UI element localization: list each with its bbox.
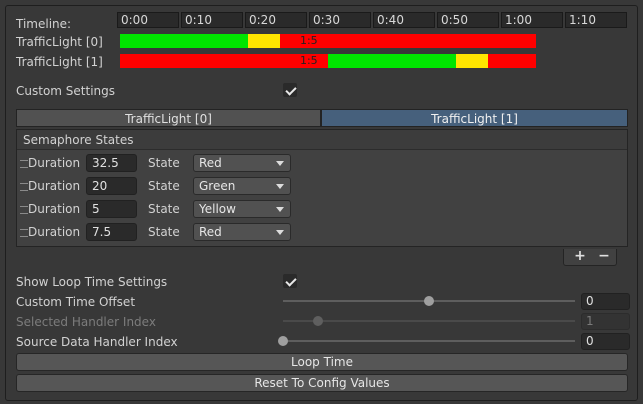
state-dropdown[interactable]: Red xyxy=(193,223,291,241)
tab-traffic-light-0[interactable]: TrafficLight [0] xyxy=(16,109,321,127)
timeline-tick: 1:00 xyxy=(501,12,563,28)
state-dropdown[interactable]: Yellow xyxy=(193,200,291,218)
selected-handler-index-field: 1 xyxy=(581,313,630,330)
track-label: TrafficLight [1] xyxy=(16,55,103,69)
timeline-tick: 0:30 xyxy=(309,12,371,28)
list-add-remove-group: + − xyxy=(563,249,617,266)
add-element-button[interactable]: + xyxy=(571,249,589,265)
timeline-tick: 1:10 xyxy=(565,12,627,28)
state-value: Red xyxy=(199,225,222,239)
custom-time-offset-field[interactable]: 0 xyxy=(581,293,630,310)
traffic-light-track-1: 1:5 xyxy=(120,54,536,68)
state-value: Yellow xyxy=(199,202,236,216)
track-segment xyxy=(328,54,456,68)
track-marker-label: 1:5 xyxy=(299,34,318,47)
track-segment xyxy=(456,54,488,68)
slider-thumb xyxy=(313,316,324,326)
timeline-tick: 0:50 xyxy=(437,12,499,28)
timeline-tick: 0:20 xyxy=(245,12,307,28)
duration-label: Duration xyxy=(28,202,81,216)
loop-time-button[interactable]: Loop Time xyxy=(16,353,628,371)
duration-field[interactable]: 20 xyxy=(86,177,137,195)
remove-element-button[interactable]: − xyxy=(595,249,613,265)
drag-handle-icon[interactable] xyxy=(20,160,28,168)
custom-settings-checkbox[interactable] xyxy=(283,83,297,97)
slider-thumb[interactable] xyxy=(278,336,288,346)
show-loop-settings-label: Show Loop Time Settings xyxy=(16,275,168,289)
drag-handle-icon[interactable] xyxy=(20,229,28,237)
reset-config-button[interactable]: Reset To Config Values xyxy=(16,374,628,392)
track-segment xyxy=(248,34,280,48)
state-label: State xyxy=(148,225,180,239)
source-data-handler-index-field[interactable]: 0 xyxy=(581,333,630,350)
track-segment xyxy=(120,54,328,68)
state-dropdown[interactable]: Red xyxy=(193,154,291,172)
source-data-handler-index-label: Source Data Handler Index xyxy=(16,335,178,349)
selected-handler-index-label: Selected Handler Index xyxy=(16,315,156,329)
duration-label: Duration xyxy=(28,179,81,193)
chevron-down-icon xyxy=(276,207,284,212)
traffic-light-track-0: 1:5 xyxy=(120,34,536,48)
drag-handle-icon[interactable] xyxy=(20,183,28,191)
drag-handle-icon[interactable] xyxy=(20,206,28,214)
duration-field[interactable]: 7.5 xyxy=(86,223,137,241)
chevron-down-icon xyxy=(276,184,284,189)
duration-field[interactable]: 5 xyxy=(86,200,137,218)
state-label: State xyxy=(148,202,180,216)
track-segment xyxy=(488,54,536,68)
chevron-down-icon xyxy=(276,230,284,235)
duration-label: Duration xyxy=(28,156,81,170)
duration-field[interactable]: 32.5 xyxy=(86,154,137,172)
custom-time-offset-label: Custom Time Offset xyxy=(16,295,136,309)
track-segment xyxy=(280,34,536,48)
timeline-tick: 0:40 xyxy=(373,12,435,28)
show-loop-settings-checkbox[interactable] xyxy=(283,274,297,288)
source-data-handler-index-slider[interactable] xyxy=(283,340,575,342)
state-dropdown[interactable]: Green xyxy=(193,177,291,195)
state-value: Green xyxy=(199,179,236,193)
semaphore-states-title: Semaphore States xyxy=(17,130,627,150)
slider-thumb[interactable] xyxy=(424,296,434,306)
state-value: Red xyxy=(199,156,222,170)
track-label: TrafficLight [0] xyxy=(16,35,103,49)
timeline-tick: 0:00 xyxy=(117,12,179,28)
custom-settings-label: Custom Settings xyxy=(16,84,116,98)
tab-traffic-light-1[interactable]: TrafficLight [1] xyxy=(321,109,628,127)
timeline-tick: 0:10 xyxy=(181,12,243,28)
selected-handler-index-slider xyxy=(283,320,575,322)
track-marker-label: 1:5 xyxy=(299,54,318,67)
state-label: State xyxy=(148,179,180,193)
track-segment xyxy=(120,34,248,48)
duration-label: Duration xyxy=(28,225,81,239)
chevron-down-icon xyxy=(276,161,284,166)
state-label: State xyxy=(148,156,180,170)
timeline-label: Timeline: xyxy=(16,17,72,31)
